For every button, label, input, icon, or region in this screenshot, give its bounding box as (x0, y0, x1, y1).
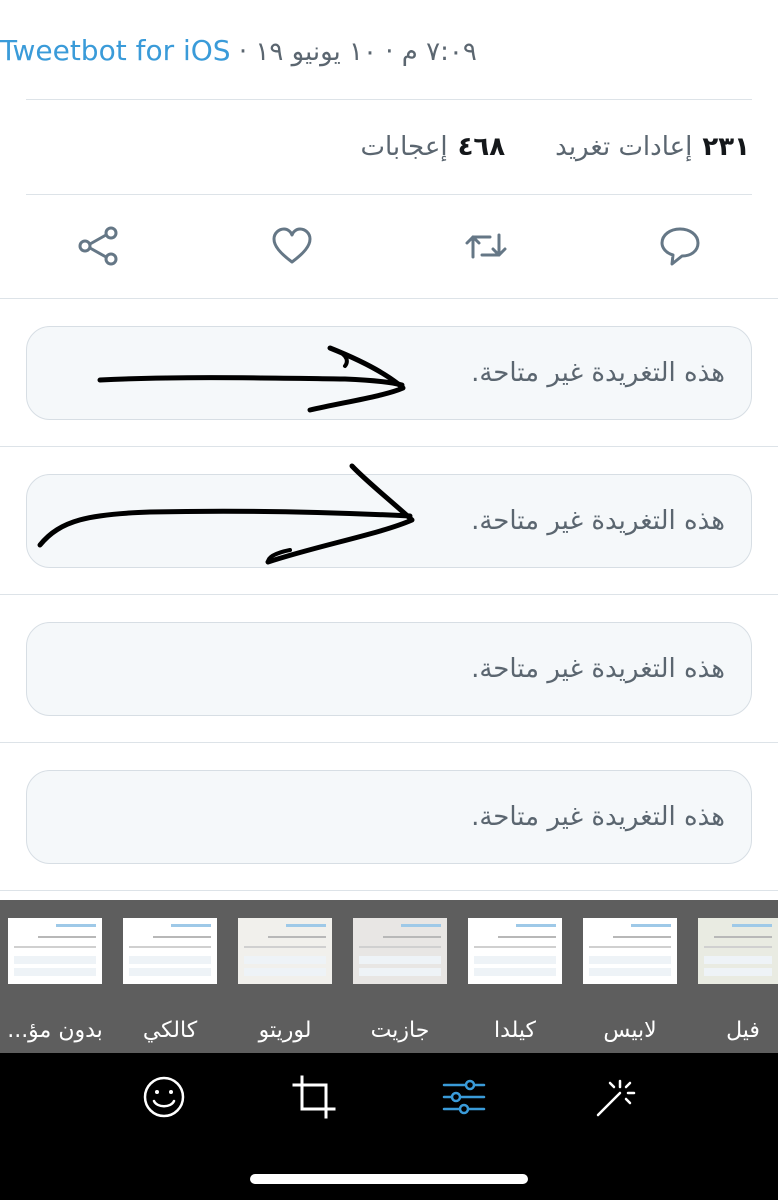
hand-drawn-arrow (97, 345, 406, 413)
unavailable-tweet-text: هذه التغريدة غير متاحة. (471, 358, 725, 388)
share-button[interactable] (76, 224, 120, 268)
filter-thumbnail-none[interactable] (8, 918, 102, 984)
unavailable-tweet-card: هذه التغريدة غير متاحة. (26, 622, 752, 716)
editor-toolbar (0, 1053, 778, 1200)
adjust-sliders-icon (442, 1079, 486, 1115)
sticker-button[interactable] (142, 1075, 186, 1119)
filter-label: جازيت (370, 1018, 430, 1043)
filter-label: كيلدا (493, 1018, 537, 1043)
tweet-action-bar (0, 196, 778, 298)
filter-label: لوريتو (258, 1018, 312, 1043)
retweets-label: إعادات تغريد (555, 132, 693, 162)
divider (0, 446, 778, 447)
filter-label: لابيس (603, 1018, 657, 1043)
divider (0, 742, 778, 743)
filter-strip: فيل لابيس كيلدا جازيت لوريتو كالكي بدون … (0, 900, 778, 1053)
filter-thumbnail-lapis[interactable] (583, 918, 677, 984)
retweets-count: ٢٣١ (702, 132, 750, 162)
likes-label: إعجابات (360, 132, 448, 162)
filter-label: بدون مؤ... (7, 1018, 103, 1043)
filter-thumbnail-fil[interactable] (698, 918, 778, 984)
hand-drawn-arrow (37, 463, 415, 565)
smiley-icon (143, 1076, 185, 1118)
magic-button[interactable] (594, 1075, 638, 1119)
tweet-meta: ٧:٠٩ م · ١٠ يونيو ١٩ · Tweetbot for iOS (0, 0, 778, 100)
tweet-stats: ٢٣١ إعادات تغريد ٤٦٨ إعجابات (0, 100, 778, 194)
tweet-client-link[interactable]: Tweetbot for iOS (0, 34, 231, 67)
unavailable-tweet-text: هذه التغريدة غير متاحة. (471, 654, 725, 684)
filter-thumbnail-kilda[interactable] (468, 918, 562, 984)
tweet-timestamp: ٧:٠٩ م · ١٠ يونيو ١٩ · (238, 36, 477, 67)
unavailable-tweet-text: هذه التغريدة غير متاحة. (471, 506, 725, 536)
divider (0, 298, 778, 299)
unavailable-tweet-text: هذه التغريدة غير متاحة. (471, 802, 725, 832)
filter-thumbnail-gazette[interactable] (353, 918, 447, 984)
crop-button[interactable] (292, 1075, 336, 1119)
reply-button[interactable] (658, 224, 702, 268)
heart-icon (272, 227, 312, 264)
retweets-stat[interactable]: ٢٣١ إعادات تغريد (555, 132, 750, 162)
filter-thumbnail-loretto[interactable] (238, 918, 332, 984)
unavailable-tweet-card: هذه التغريدة غير متاحة. (26, 770, 752, 864)
retweet-button[interactable] (464, 224, 508, 268)
divider (0, 594, 778, 595)
share-icon (78, 226, 118, 266)
likes-stat[interactable]: ٤٦٨ إعجابات (360, 132, 505, 162)
likes-count: ٤٦٨ (457, 132, 506, 162)
filter-thumbnail-calcai[interactable] (123, 918, 217, 984)
filter-label: فيل (726, 1018, 760, 1043)
crop-icon (292, 1075, 336, 1119)
magic-wand-icon (596, 1079, 636, 1117)
like-button[interactable] (270, 224, 314, 268)
reply-icon (660, 227, 700, 266)
filter-label: كالكي (142, 1018, 198, 1043)
adjust-button[interactable] (442, 1075, 486, 1119)
home-indicator[interactable] (250, 1174, 528, 1184)
divider (26, 194, 752, 195)
divider (0, 890, 778, 891)
retweet-icon (465, 233, 507, 259)
